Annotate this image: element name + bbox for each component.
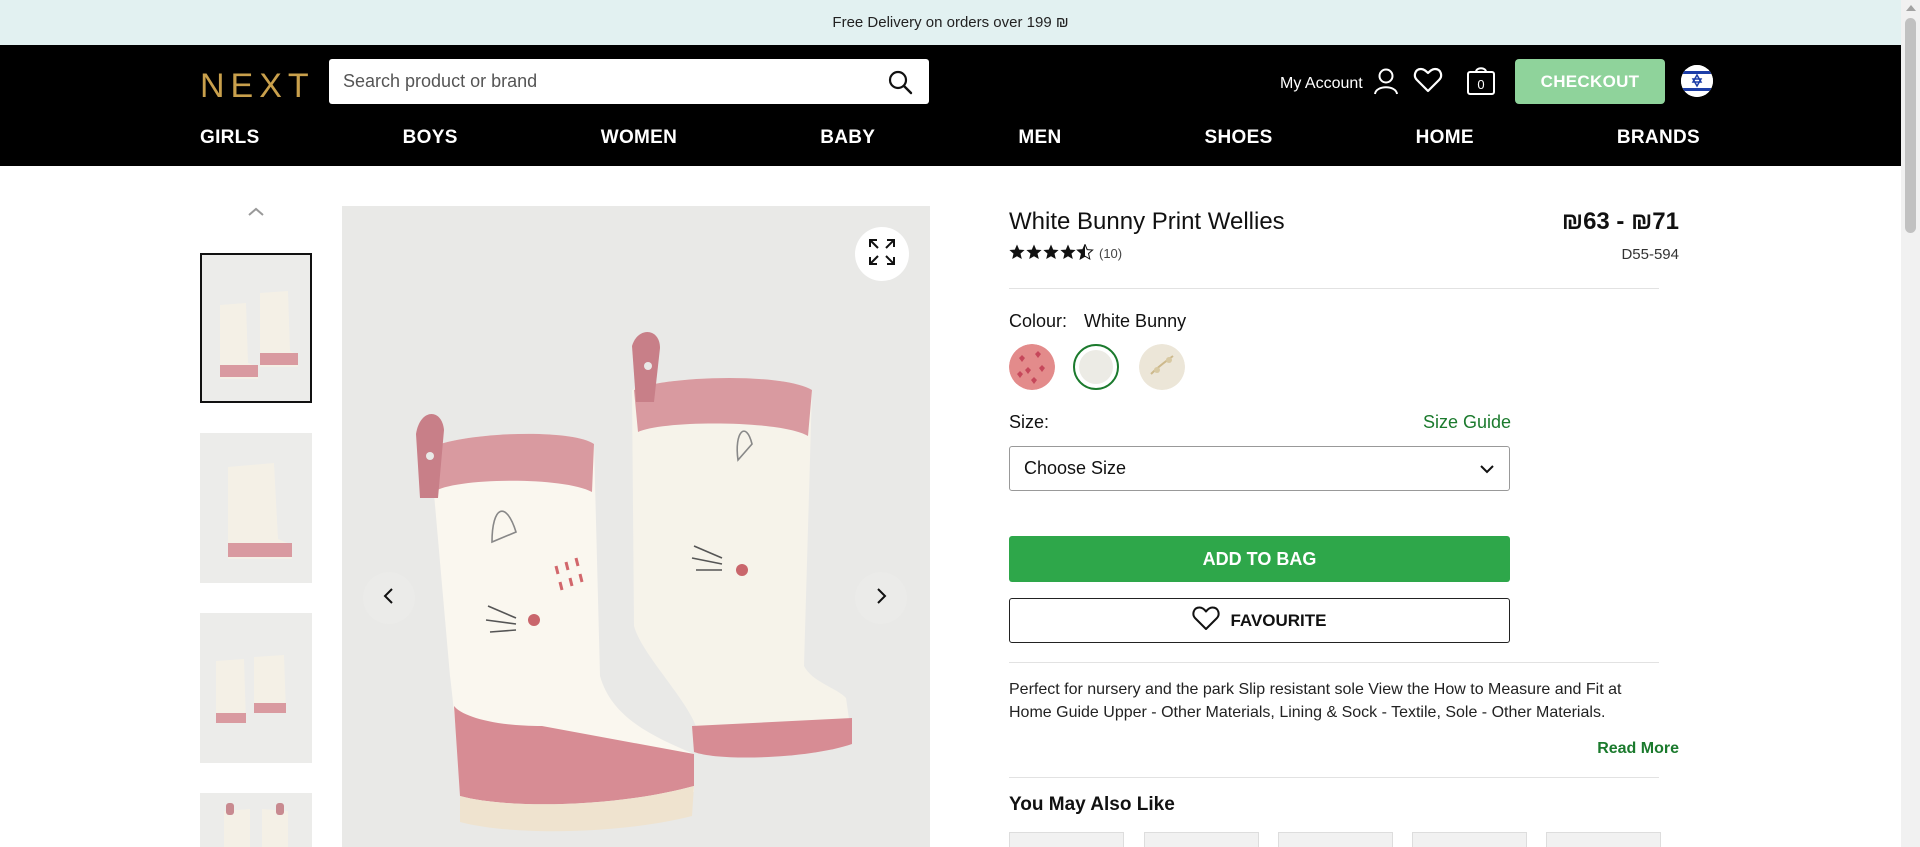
- expand-icon: [868, 238, 896, 271]
- search-box[interactable]: [329, 59, 929, 104]
- heart-icon[interactable]: [1413, 65, 1443, 100]
- nav-men[interactable]: MEN: [1018, 127, 1061, 149]
- checkout-button[interactable]: CHECKOUT: [1515, 59, 1665, 104]
- swatch-cream-floral[interactable]: [1139, 344, 1185, 390]
- search-input[interactable]: [343, 71, 885, 92]
- expand-image-button[interactable]: [855, 227, 909, 281]
- main-product-image[interactable]: [342, 206, 930, 847]
- swatch-white-bunny[interactable]: [1073, 344, 1119, 390]
- recommendation-card[interactable]: [1009, 832, 1124, 847]
- previous-image-button[interactable]: [363, 572, 415, 624]
- product-thumbnail-3[interactable]: [200, 613, 312, 763]
- nav-baby[interactable]: BABY: [820, 127, 875, 149]
- my-account-link[interactable]: My Account: [1280, 67, 1399, 100]
- product-thumbnail-1[interactable]: [200, 253, 312, 403]
- add-to-bag-button[interactable]: ADD TO BAG: [1009, 536, 1510, 582]
- nav-home[interactable]: HOME: [1416, 127, 1474, 149]
- thumbnail-up-arrow-icon[interactable]: [244, 204, 268, 220]
- divider: [1009, 288, 1659, 289]
- nav-brands[interactable]: BRANDS: [1617, 127, 1700, 149]
- product-thumbnail-2[interactable]: [200, 433, 312, 583]
- favourite-button[interactable]: FAVOURITE: [1009, 598, 1510, 643]
- user-icon: [1373, 67, 1399, 100]
- chevron-down-icon: [1479, 458, 1495, 479]
- size-label: Size:: [1009, 412, 1050, 432]
- colour-label: Colour:: [1009, 311, 1068, 331]
- bag-count: 0: [1477, 77, 1484, 92]
- next-image-button[interactable]: [855, 572, 907, 624]
- nav-women[interactable]: WOMEN: [601, 127, 677, 149]
- nav-shoes[interactable]: SHOES: [1205, 127, 1273, 149]
- read-more-link[interactable]: Read More: [1597, 740, 1679, 758]
- site-header: NEXT My Account 0 CHECKOUT GIRLS BOYS WO…: [0, 45, 1901, 166]
- recommendation-card[interactable]: [1278, 832, 1393, 847]
- divider: [1009, 777, 1659, 778]
- scroll-up-arrow-icon[interactable]: [1906, 5, 1916, 11]
- review-count[interactable]: (10): [1099, 246, 1122, 261]
- search-icon[interactable]: [885, 67, 915, 97]
- recommendation-card[interactable]: [1412, 832, 1527, 847]
- nav-girls[interactable]: GIRLS: [200, 127, 260, 149]
- chevron-right-icon: [874, 587, 888, 610]
- colour-row: Colour: White Bunny: [1009, 311, 1186, 332]
- product-description: Perfect for nursery and the park Slip re…: [1009, 681, 1622, 721]
- size-select[interactable]: Choose Size: [1009, 446, 1510, 491]
- product-thumbnail-4[interactable]: [200, 793, 312, 847]
- scrollbar-thumb[interactable]: [1905, 18, 1916, 233]
- size-guide-link[interactable]: Size Guide: [1423, 412, 1511, 433]
- colour-value: White Bunny: [1084, 311, 1187, 331]
- next-logo[interactable]: NEXT: [200, 67, 315, 106]
- nav-boys[interactable]: BOYS: [403, 127, 458, 149]
- chevron-left-icon: [382, 587, 396, 610]
- product-title: White Bunny Print Wellies: [1009, 208, 1285, 235]
- swatch-white-bunny-fill: [1079, 350, 1113, 384]
- heart-outline-icon: [1192, 605, 1221, 636]
- star-rating-icon: [1009, 244, 1095, 263]
- promo-bar: Free Delivery on orders over 199 ₪: [0, 0, 1901, 45]
- you-may-also-like-heading: You May Also Like: [1009, 794, 1175, 815]
- page-scrollbar[interactable]: [1901, 0, 1920, 847]
- swatch-pink-heart[interactable]: [1009, 344, 1055, 390]
- bag-icon[interactable]: 0: [1466, 64, 1496, 101]
- product-sku: D55-594: [1621, 246, 1679, 263]
- product-rating[interactable]: (10): [1009, 244, 1122, 263]
- main-nav: GIRLS BOYS WOMEN BABY MEN SHOES HOME BRA…: [200, 127, 1700, 149]
- favourite-label: FAVOURITE: [1230, 610, 1327, 630]
- israel-flag-icon[interactable]: [1681, 65, 1713, 97]
- recommendation-card[interactable]: [1144, 832, 1259, 847]
- promo-text: Free Delivery on orders over 199 ₪: [832, 14, 1069, 31]
- size-select-value: Choose Size: [1024, 458, 1127, 478]
- recommendation-card[interactable]: [1546, 832, 1661, 847]
- my-account-label: My Account: [1280, 74, 1363, 92]
- product-price: ₪63 - ₪71: [1561, 208, 1679, 235]
- divider: [1009, 662, 1659, 663]
